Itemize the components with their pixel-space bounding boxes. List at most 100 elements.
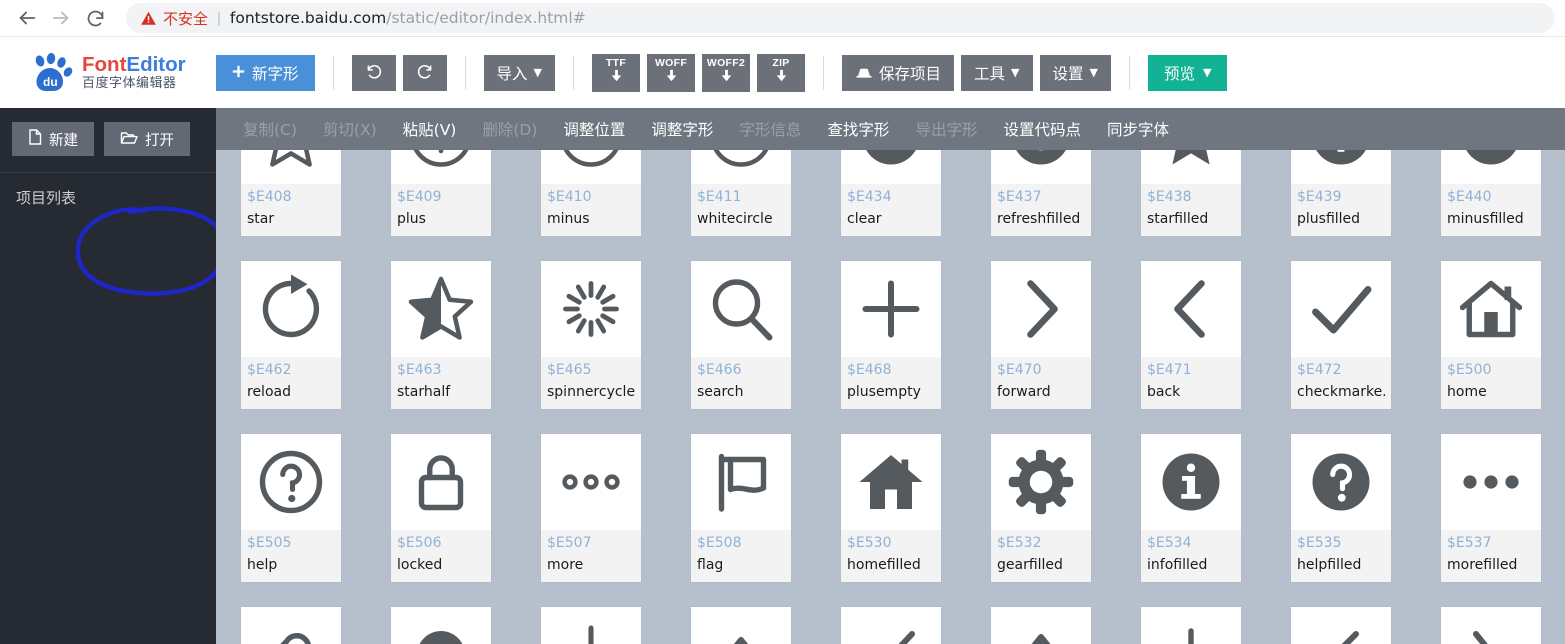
glyph-meta: $E534 infofilled (1141, 530, 1241, 582)
glyph-card[interactable]: $E465 spinnercycle (541, 261, 641, 409)
glyph-card[interactable]: $E505 help (241, 434, 341, 582)
diagonal-line-icon (841, 607, 941, 644)
glyph-card[interactable] (691, 607, 791, 644)
glyph-meta: $E463 starhalf (391, 357, 491, 409)
glyph-card[interactable]: $E534 infofilled (1141, 434, 1241, 582)
glyph-card[interactable] (841, 607, 941, 644)
glyph-card[interactable]: $E532 gearfilled (991, 434, 1091, 582)
diagonal-right-icon (1441, 607, 1541, 644)
redo-icon (416, 62, 434, 84)
glyph-code: $E534 (1147, 535, 1192, 551)
glyph-code: $E409 (397, 189, 442, 205)
glyph-card[interactable]: $E411 whitecircle (691, 150, 791, 236)
back-button[interactable] (10, 1, 44, 35)
toolbar-main-group: 新字形 导入 ▼ TTF WOFF WOFF2 ZIP 保存项目 工具 ▼ 设置… (216, 53, 1228, 92)
undo-button[interactable] (351, 54, 396, 91)
menu-item-2[interactable]: 粘贴(V) (390, 108, 470, 150)
home-filled-icon (841, 434, 941, 530)
glyph-code: $E465 (547, 362, 592, 378)
undo-icon (365, 62, 383, 84)
glyph-name: plusfilled (1297, 210, 1361, 227)
glyph-card[interactable]: $E468 plusempty (841, 261, 941, 409)
glyph-code: $E472 (1297, 362, 1342, 378)
glyph-card[interactable]: $E438 starfilled (1141, 150, 1241, 236)
glyph-card[interactable]: $E470 forward (991, 261, 1091, 409)
glyph-name: minus (547, 210, 590, 227)
tools-label: 工具 (974, 64, 1006, 83)
glyph-card[interactable] (991, 607, 1091, 644)
glyph-card[interactable]: $E530 homefilled (841, 434, 941, 582)
glyph-card[interactable] (1291, 607, 1391, 644)
glyph-grid-scroll-area[interactable]: $E408 star $E409 plus $E410 minus $E411 whiteci… (216, 150, 1565, 644)
more-filled-icon (1441, 434, 1541, 530)
export-woff-button[interactable]: WOFF (647, 53, 695, 92)
glyph-code: $E463 (397, 362, 442, 378)
glyph-card[interactable]: $E507 more (541, 434, 641, 582)
menu-item-7[interactable]: 查找字形 (814, 108, 902, 150)
brand-title-part1: Font (82, 52, 127, 76)
glyph-card[interactable]: $E409 plus (391, 150, 491, 236)
glyph-card[interactable]: $E410 minus (541, 150, 641, 236)
toolbar-divider-1 (332, 55, 334, 90)
import-button[interactable]: 导入 ▼ (483, 54, 555, 91)
glyph-card[interactable] (241, 607, 341, 644)
glyph-card[interactable] (1441, 607, 1541, 644)
new-glyph-button[interactable]: 新字形 (216, 54, 315, 91)
glyph-meta: $E507 more (541, 530, 641, 582)
baidu-paw-logo-icon: du (30, 52, 74, 93)
chevron-right-icon (991, 261, 1091, 357)
address-bar[interactable]: 不安全 | fontstore.baidu.com/static/editor/… (126, 3, 1555, 33)
glyph-card[interactable]: $E508 flag (691, 434, 791, 582)
export-woff2-button[interactable]: WOFF2 (702, 53, 750, 92)
glyph-card[interactable]: $E500 home (1441, 261, 1541, 409)
glyph-card[interactable]: $E440 minusfilled (1441, 150, 1541, 236)
sidebar-project-list-label: 项目列表 (16, 189, 77, 207)
glyph-card[interactable]: $E462 reload (241, 261, 341, 409)
menu-item-5[interactable]: 调整字形 (638, 108, 726, 150)
glyph-card[interactable]: $E408 star (241, 150, 341, 236)
menu-item-9[interactable]: 设置代码点 (990, 108, 1094, 150)
app-logo: du FontEditor 百度字体编辑器 (0, 37, 216, 109)
glyph-card[interactable] (541, 607, 641, 644)
redo-button[interactable] (402, 54, 447, 91)
glyph-card[interactable] (1141, 607, 1241, 644)
glyph-card[interactable]: $E537 morefilled (1441, 434, 1541, 582)
glyph-card[interactable]: $E466 search (691, 261, 791, 409)
glyph-name: homefilled (847, 556, 921, 573)
url-host: fontstore.baidu.com (229, 9, 387, 27)
tools-button[interactable]: 工具 ▼ (961, 54, 1033, 91)
export-woff-label: WOFF (654, 57, 688, 70)
menu-item-0: 复制(C) (243, 121, 297, 139)
chevron-down-icon: ▼ (1203, 66, 1212, 79)
save-project-button[interactable]: 保存项目 (842, 54, 955, 91)
export-zip-button[interactable]: ZIP (757, 53, 805, 92)
toolbar-divider-4 (823, 55, 824, 90)
glyph-code: $E506 (397, 535, 442, 551)
menu-item-1: 剪切(X) (322, 121, 377, 139)
glyph-meta: $E506 locked (391, 530, 491, 582)
glyph-meta: $E535 helpfilled (1291, 530, 1391, 582)
chevron-down-icon: ▼ (1089, 66, 1098, 79)
glyph-card[interactable]: $E535 helpfilled (1291, 434, 1391, 582)
glyph-card[interactable] (391, 607, 491, 644)
vertical-line-icon (1141, 607, 1241, 644)
url-divider: | (217, 9, 221, 27)
menu-item-4[interactable]: 调整位置 (550, 108, 638, 150)
export-ttf-button[interactable]: TTF (592, 53, 640, 92)
glyph-card[interactable]: $E439 plusfilled (1291, 150, 1391, 236)
preview-button[interactable]: 预览 ▼ (1147, 54, 1228, 91)
glyph-card[interactable]: $E471 back (1141, 261, 1241, 409)
sidebar-open-button[interactable]: 打开 (104, 122, 190, 156)
sidebar-new-button[interactable]: 新建 (12, 122, 94, 156)
menu-item-10[interactable]: 同步字体 (1094, 108, 1182, 150)
reload-button[interactable] (78, 1, 112, 35)
glyph-meta: $E411 whitecircle (691, 184, 791, 236)
glyph-card[interactable]: $E506 locked (391, 434, 491, 582)
glyph-card[interactable]: $E463 starhalf (391, 261, 491, 409)
glyph-card[interactable]: $E434 clear (841, 150, 941, 236)
forward-button[interactable] (44, 1, 78, 35)
warning-triangle-icon (140, 10, 157, 27)
settings-button[interactable]: 设置 ▼ (1039, 54, 1111, 91)
glyph-card[interactable]: $E437 refreshfilled (991, 150, 1091, 236)
glyph-card[interactable]: $E472 checkmarke... (1291, 261, 1391, 409)
